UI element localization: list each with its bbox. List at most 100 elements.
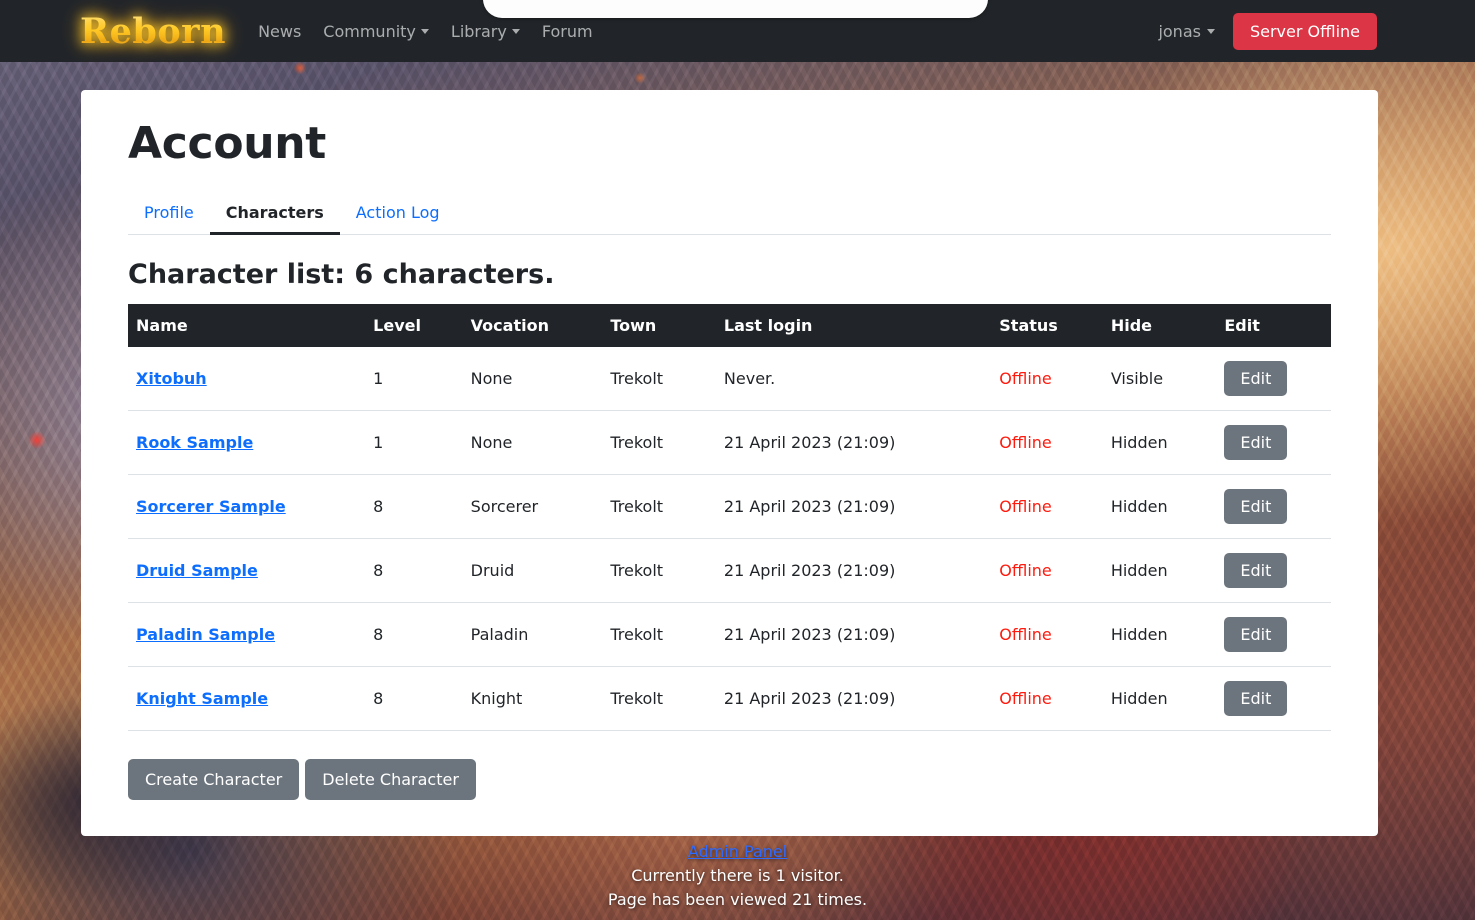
cell-level: 8 [365,474,463,540]
characters-table-body: Xitobuh 1 None Trekolt Never. Offline Vi… [128,347,1331,732]
character-link[interactable]: Druid Sample [136,561,258,580]
column-header-last-login: Last login [715,304,992,348]
table-row: Knight Sample 8 Knight Trekolt 21 April … [128,666,1331,732]
table-row: Sorcerer Sample 8 Sorcerer Trekolt 21 Ap… [128,474,1331,540]
status-badge: Offline [999,625,1052,645]
character-list-heading: Character list: 6 characters. [128,259,555,291]
cell-name: Druid Sample [128,538,366,604]
chevron-down-icon [1206,28,1215,34]
admin-panel-link[interactable]: Admin Panel [688,842,787,861]
cell-hide: Hidden [1102,410,1217,476]
cell-hide: Hidden [1102,666,1217,732]
cell-level: 1 [365,347,463,412]
tab-action-log[interactable]: Action Log [340,194,456,235]
cell-edit: Edit [1216,474,1331,540]
nav-link-community-label: Community [323,21,416,41]
cell-status: Offline [991,666,1103,732]
browser-search-field[interactable] [483,0,988,18]
edit-button[interactable]: Edit [1224,489,1288,525]
table-row: Xitobuh 1 None Trekolt Never. Offline Vi… [128,347,1331,412]
user-menu-label: jonas [1158,21,1201,41]
table-row: Druid Sample 8 Druid Trekolt 21 April 20… [128,538,1331,604]
site-logo[interactable]: Reborn [80,14,226,49]
column-header-level: Level [365,304,463,348]
delete-character-button[interactable]: Delete Character [305,759,476,801]
cell-status: Offline [991,410,1103,476]
column-header-edit: Edit [1216,304,1331,348]
nav-link-news[interactable]: News [258,22,301,41]
nav-link-library[interactable]: Library [451,22,520,41]
status-badge: Offline [999,689,1052,709]
column-header-hide: Hide [1102,304,1217,348]
navbar-right: jonas Server Offline [1158,12,1377,50]
cell-last-login: 21 April 2023 (21:09) [715,410,992,476]
edit-button[interactable]: Edit [1224,361,1288,397]
cell-town: Trekolt [602,666,716,732]
cell-name: Sorcerer Sample [128,474,366,540]
column-header-town: Town [602,304,716,348]
edit-button[interactable]: Edit [1224,553,1288,589]
cell-vocation: None [462,347,603,412]
cell-last-login: 21 April 2023 (21:09) [715,538,992,604]
edit-button[interactable]: Edit [1224,617,1288,653]
chevron-down-icon [511,28,520,34]
table-header-row: Name Level Vocation Town Last login Stat… [128,304,1331,348]
cell-hide: Hidden [1102,602,1217,668]
cell-hide: Visible [1102,347,1217,412]
edit-button[interactable]: Edit [1224,681,1288,717]
edit-button[interactable]: Edit [1224,425,1288,461]
cell-level: 1 [365,410,463,476]
cell-edit: Edit [1216,347,1331,412]
cell-town: Trekolt [602,538,716,604]
nav-link-forum[interactable]: Forum [542,22,593,41]
server-status-button[interactable]: Server Offline [1232,12,1377,50]
cell-town: Trekolt [602,410,716,476]
cell-level: 8 [365,602,463,668]
table-row: Paladin Sample 8 Paladin Trekolt 21 Apri… [128,602,1331,668]
column-header-name: Name [128,304,366,348]
characters-table: Name Level Vocation Town Last login Stat… [128,304,1331,732]
account-tabs: Profile Characters Action Log [128,194,1331,236]
cell-hide: Hidden [1102,474,1217,540]
nav-links: News Community Library Forum [258,22,593,41]
account-card: Account Profile Characters Action Log Ch… [81,90,1378,837]
cell-name: Rook Sample [128,410,366,476]
page-views-text: Page has been viewed 21 times. [607,890,868,909]
table-row: Rook Sample 1 None Trekolt 21 April 2023… [128,410,1331,476]
status-badge: Offline [999,433,1052,453]
cell-last-login: Never. [715,347,992,412]
footer: Admin Panel Currently there is 1 visitor… [0,840,1475,912]
tab-characters[interactable]: Characters [209,194,340,236]
visitor-count-text: Currently there is 1 visitor. [631,866,844,885]
cell-vocation: Sorcerer [462,474,603,540]
nav-link-news-label: News [258,21,302,41]
nav-link-community[interactable]: Community [323,22,429,41]
page-title: Account [128,118,327,169]
cell-edit: Edit [1216,410,1331,476]
create-character-button[interactable]: Create Character [128,759,300,801]
cell-last-login: 21 April 2023 (21:09) [715,602,992,668]
tab-profile[interactable]: Profile [128,194,210,235]
characters-table-head: Name Level Vocation Town Last login Stat… [128,304,1331,348]
column-header-status: Status [991,304,1103,348]
character-link[interactable]: Sorcerer Sample [136,497,286,516]
cell-status: Offline [991,602,1103,668]
cell-last-login: 21 April 2023 (21:09) [715,666,992,732]
character-link[interactable]: Rook Sample [136,433,253,452]
character-link[interactable]: Knight Sample [136,689,268,708]
cell-town: Trekolt [602,474,716,540]
character-link[interactable]: Xitobuh [136,369,207,388]
cell-status: Offline [991,538,1103,604]
status-badge: Offline [999,561,1052,581]
cell-vocation: Paladin [462,602,603,668]
cell-status: Offline [991,347,1103,412]
cell-last-login: 21 April 2023 (21:09) [715,474,992,540]
character-link[interactable]: Paladin Sample [136,625,275,644]
action-buttons: Create Character Delete Character [128,759,1331,801]
cell-edit: Edit [1216,666,1331,732]
cell-vocation: Druid [462,538,603,604]
status-badge: Offline [999,497,1052,517]
cell-town: Trekolt [602,347,716,412]
nav-link-forum-label: Forum [541,21,593,41]
user-menu[interactable]: jonas [1158,22,1215,41]
